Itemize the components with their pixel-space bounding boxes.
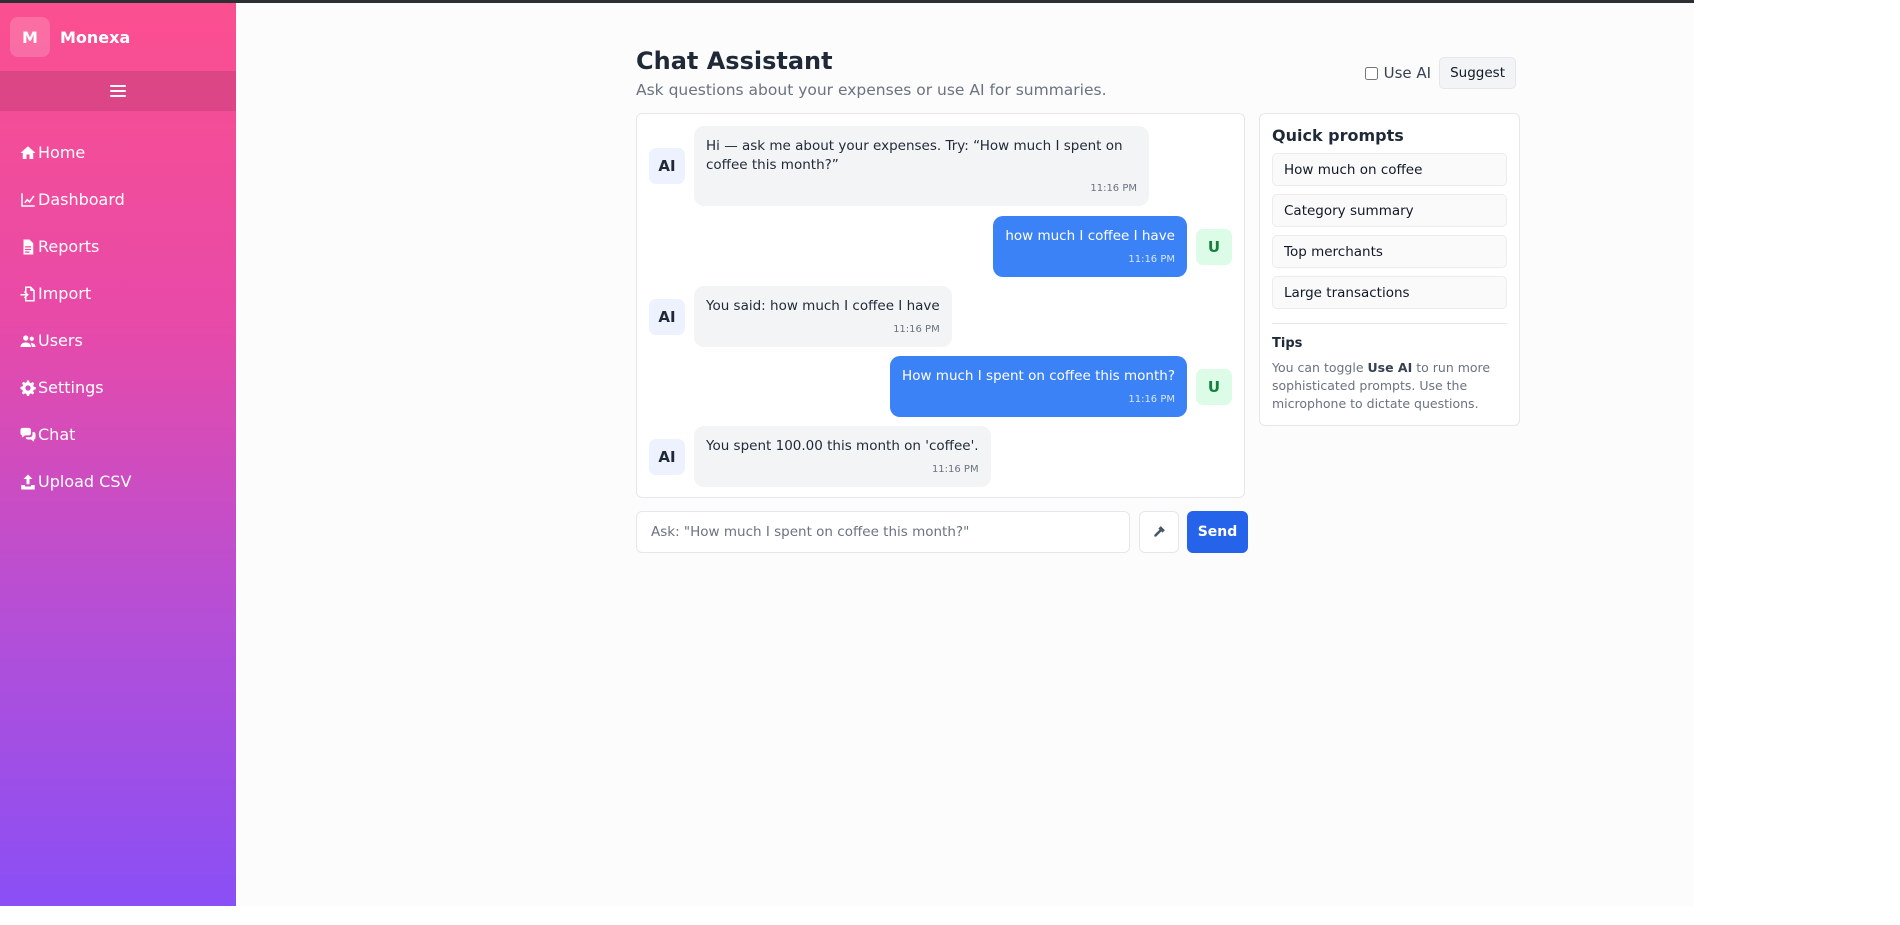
send-button[interactable]: Send — [1187, 511, 1248, 553]
message-text: how much I coffee I have — [1005, 228, 1175, 244]
users-icon — [18, 332, 38, 350]
quick-prompt-coffee[interactable]: How much on coffee — [1272, 153, 1507, 186]
message-bubble: You said: how much I coffee I have 11:16… — [694, 286, 952, 347]
brand-name: Monexa — [60, 27, 131, 47]
use-ai-toggle[interactable]: Use AI — [1364, 64, 1432, 82]
ai-avatar: AI — [649, 438, 685, 475]
message-bubble: You spent 100.00 this month on 'coffee'.… — [694, 426, 991, 487]
chat-input[interactable] — [636, 511, 1130, 553]
sidebar: M Monexa Home Dashboard Reports Import U… — [0, 3, 236, 906]
sidebar-item-settings[interactable]: Settings — [0, 364, 236, 411]
use-ai-checkbox[interactable] — [1364, 66, 1378, 80]
message-row: AI Hi — ask me about your expenses. Try:… — [649, 126, 1232, 206]
main-content: Chat Assistant Ask questions about your … — [236, 3, 1694, 906]
message-row: AI You said: how much I coffee I have 11… — [649, 286, 1232, 347]
quick-prompts-list: How much on coffee Category summary Top … — [1272, 153, 1507, 309]
sidebar-item-label: Settings — [38, 378, 104, 397]
chat-messages-panel[interactable]: AI Hi — ask me about your expenses. Try:… — [636, 113, 1245, 498]
tips-text: You can toggle Use AI to run more sophis… — [1272, 359, 1507, 413]
sidebar-item-home[interactable]: Home — [0, 129, 236, 176]
microphone-button[interactable] — [1139, 511, 1179, 553]
tips-title: Tips — [1272, 336, 1303, 351]
upload-icon — [18, 473, 38, 491]
quick-prompts-panel: Quick prompts How much on coffee Categor… — [1259, 113, 1520, 426]
message-text: You said: how much I coffee I have — [706, 298, 940, 314]
user-avatar: U — [1196, 228, 1232, 265]
sidebar-item-import[interactable]: Import — [0, 270, 236, 317]
sidebar-item-label: Users — [38, 331, 83, 350]
message-row: AI You spent 100.00 this month on 'coffe… — [649, 426, 1232, 487]
sidebar-item-chat[interactable]: Chat — [0, 411, 236, 458]
divider — [1272, 323, 1507, 324]
sidebar-item-dashboard[interactable]: Dashboard — [0, 176, 236, 223]
sidebar-item-label: Reports — [38, 237, 100, 256]
brand[interactable]: M Monexa — [0, 3, 236, 71]
message-text: Hi — ask me about your expenses. Try: “H… — [706, 138, 1123, 173]
sidebar-item-label: Upload CSV — [38, 472, 132, 491]
header-actions: Use AI Suggest — [1364, 57, 1516, 89]
gear-icon — [18, 379, 38, 397]
message-time: 11:16 PM — [931, 464, 979, 475]
home-icon — [18, 144, 38, 162]
tips-text-prefix: You can toggle — [1272, 360, 1368, 375]
chat-icon — [18, 426, 38, 444]
ai-avatar: AI — [649, 148, 685, 184]
suggest-button[interactable]: Suggest — [1439, 57, 1516, 89]
sidebar-nav: Home Dashboard Reports Import Users Sett… — [0, 111, 236, 505]
message-bubble: Hi — ask me about your expenses. Try: “H… — [694, 126, 1149, 206]
sidebar-item-label: Chat — [38, 425, 76, 444]
user-avatar: U — [1196, 368, 1232, 405]
quick-prompt-large-transactions[interactable]: Large transactions — [1272, 276, 1507, 309]
microphone-icon — [1154, 526, 1165, 537]
file-import-icon — [18, 285, 38, 303]
tips-text-bold: Use AI — [1367, 360, 1413, 375]
chat-composer: Send — [636, 511, 1248, 553]
message-text: You spent 100.00 this month on 'coffee'. — [706, 438, 979, 454]
quick-prompt-top-merchants[interactable]: Top merchants — [1272, 235, 1507, 268]
ai-avatar: AI — [649, 298, 685, 335]
sidebar-item-upload-csv[interactable]: Upload CSV — [0, 458, 236, 505]
sidebar-item-users[interactable]: Users — [0, 317, 236, 364]
menu-toggle-button[interactable] — [0, 71, 236, 111]
message-time: 11:16 PM — [1128, 394, 1175, 405]
message-row: how much I coffee I have 11:16 PM U — [649, 216, 1232, 277]
sidebar-item-label: Home — [38, 143, 86, 162]
message-bubble: how much I coffee I have 11:16 PM — [993, 216, 1187, 277]
chart-line-icon — [18, 191, 38, 209]
message-time: 11:16 PM — [893, 324, 940, 335]
quick-prompt-category-summary[interactable]: Category summary — [1272, 194, 1507, 227]
hamburger-icon — [110, 85, 126, 97]
message-time: 11:16 PM — [1090, 183, 1137, 194]
use-ai-label: Use AI — [1383, 64, 1432, 82]
app-window: M Monexa Home Dashboard Reports Import U… — [0, 3, 1694, 906]
file-icon — [18, 238, 38, 256]
sidebar-item-label: Import — [38, 284, 92, 303]
brand-logo: M — [10, 17, 50, 57]
sidebar-item-label: Dashboard — [38, 190, 125, 209]
message-bubble: How much I spent on coffee this month? 1… — [890, 356, 1187, 417]
sidebar-item-reports[interactable]: Reports — [0, 223, 236, 270]
quick-prompts-title: Quick prompts — [1272, 126, 1404, 145]
page-header: Chat Assistant Ask questions about your … — [636, 47, 1516, 99]
message-time: 11:16 PM — [1128, 254, 1175, 265]
message-text: How much I spent on coffee this month? — [902, 368, 1175, 384]
message-row: How much I spent on coffee this month? 1… — [649, 356, 1232, 417]
